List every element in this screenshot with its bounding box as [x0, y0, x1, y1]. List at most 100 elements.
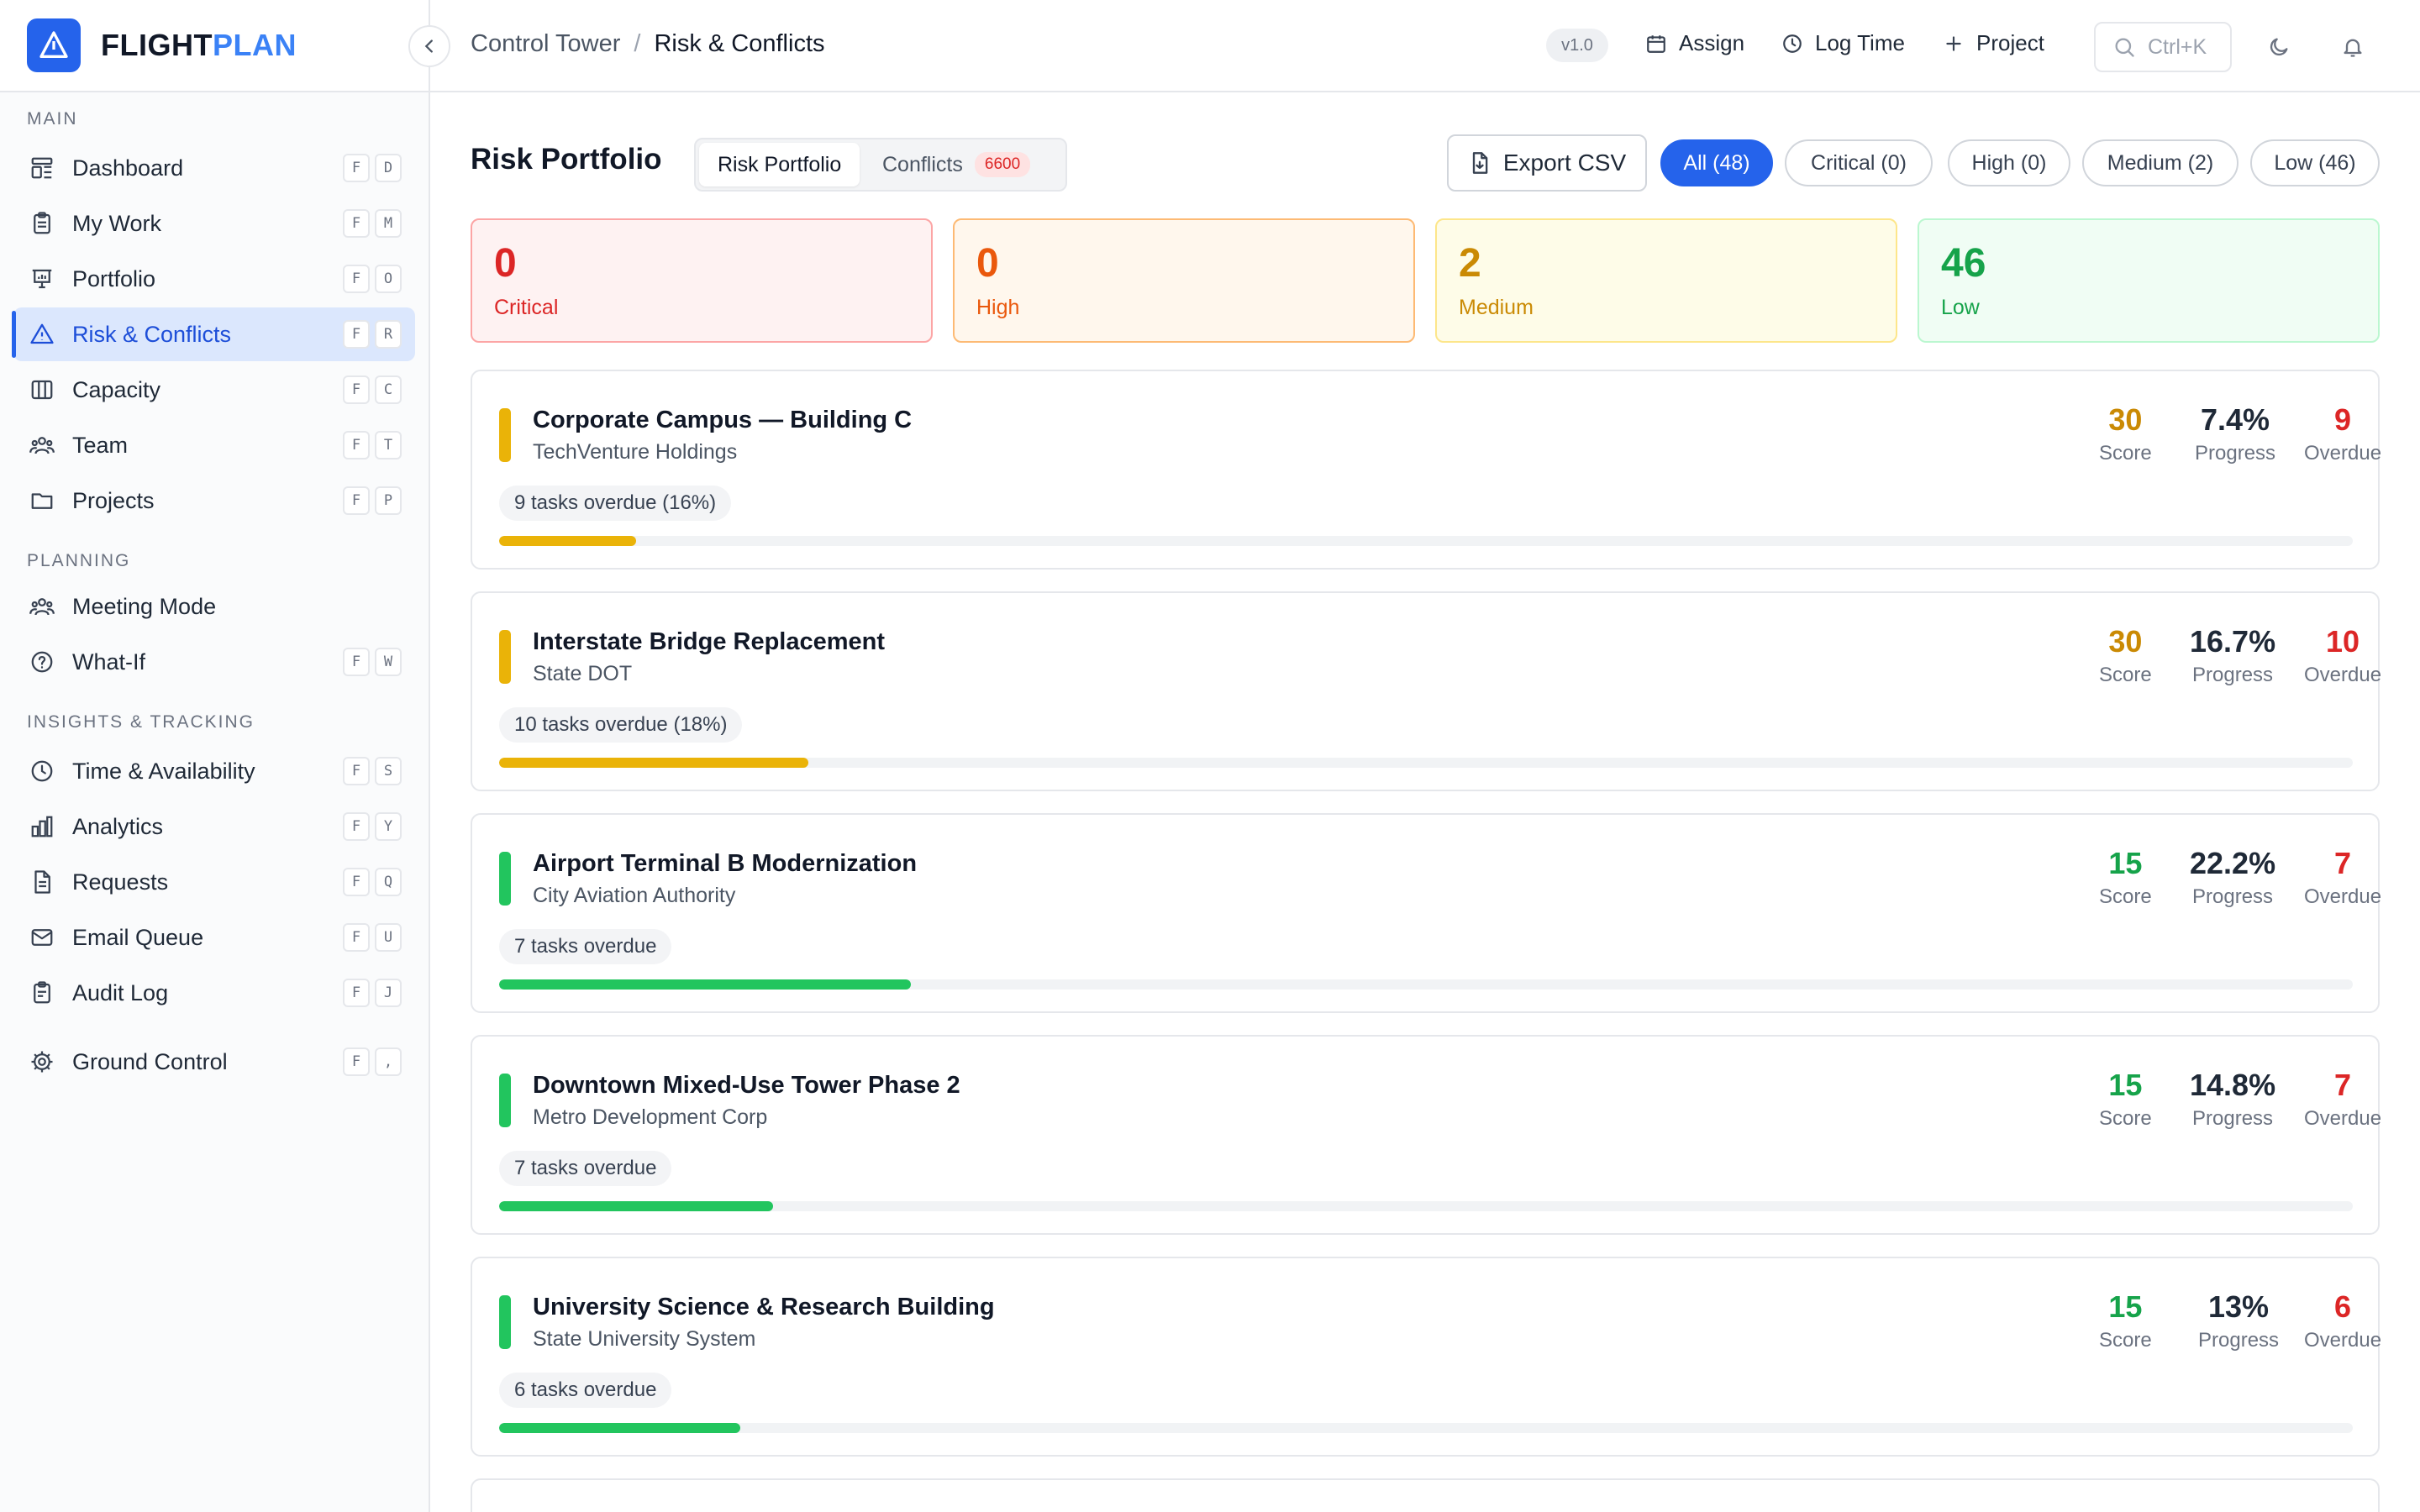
progress-track [499, 536, 2353, 546]
breadcrumb-parent-link[interactable]: Control Tower [471, 30, 620, 58]
file-download-icon [1472, 152, 1488, 174]
sidebar-item-analytics[interactable]: Analytics FY [13, 800, 415, 853]
project-card[interactable]: University Science & Research Building S… [471, 1257, 2381, 1457]
overdue-label: Overdue [2304, 441, 2382, 465]
filter-high[interactable]: High (0) [1948, 139, 2070, 186]
shortcut-keys: FD [343, 154, 402, 182]
mail-icon [27, 922, 57, 953]
gear-icon [27, 1047, 57, 1077]
filter-low[interactable]: Low (46) [2250, 139, 2380, 186]
help-circle-icon [27, 647, 57, 677]
flightplan-logo-icon[interactable] [27, 18, 81, 72]
overdue-tasks-badge: 6 tasks overdue [499, 1373, 672, 1408]
progress-label: Progress [2192, 1106, 2274, 1130]
shortcut-keys: FO [343, 265, 402, 293]
project-name: University Science & Research Building [533, 1294, 995, 1320]
score-value: 15 [2108, 846, 2143, 880]
notifications-button[interactable] [2338, 32, 2368, 62]
shortcut-keys: FY [343, 812, 402, 841]
columns-icon [27, 375, 57, 405]
sidebar-item-what-if[interactable]: What-If FW [13, 635, 415, 689]
add-project-button[interactable]: Project [1943, 30, 2044, 56]
stat-label: Medium [1459, 296, 1534, 319]
sidebar-item-requests[interactable]: Requests FQ [13, 855, 415, 909]
sidebar-item-risk-conflicts[interactable]: Risk & Conflicts FR [12, 307, 415, 361]
dark-mode-toggle[interactable] [2264, 32, 2294, 62]
project-label: Project [1976, 30, 2044, 55]
stat-value: 0 [976, 241, 999, 286]
progress-metric: 22.2% Progress [2190, 847, 2275, 909]
overdue-metric: 9 Overdue [2304, 403, 2381, 465]
warning-triangle-icon [27, 319, 57, 349]
sidebar: FLIGHTPLAN MAIN Dashboard FD My Work FM … [0, 0, 450, 1512]
filter-all[interactable]: All (48) [1660, 139, 1773, 186]
sidebar-item-team[interactable]: Team FT [13, 418, 415, 472]
tab-label: Risk Portfolio [718, 152, 842, 176]
stat-label: Low [1941, 296, 1980, 319]
log-time-button[interactable]: Log Time [1781, 30, 1905, 56]
sidebar-item-email-queue[interactable]: Email Queue FU [13, 911, 415, 964]
sidebar-item-time-availability[interactable]: Time & Availability FS [13, 744, 415, 798]
overdue-value: 7 [2334, 846, 2352, 880]
collapse-sidebar-button[interactable] [408, 25, 450, 67]
stat-label: Critical [494, 296, 559, 319]
sidebar-item-label: Email Queue [72, 924, 204, 950]
document-icon [27, 867, 57, 897]
sidebar-item-dashboard[interactable]: Dashboard FD [13, 141, 415, 195]
progress-metric: 14.8% Progress [2190, 1068, 2275, 1131]
score-label: Score [2099, 1328, 2152, 1352]
sidebar-item-portfolio[interactable]: Portfolio FO [13, 252, 415, 306]
sidebar-item-meeting-mode[interactable]: Meeting Mode [13, 580, 415, 633]
sidebar-item-label: Risk & Conflicts [72, 321, 232, 347]
progress-metric: 7.4% Progress [2195, 403, 2275, 465]
filter-medium[interactable]: Medium (2) [2082, 139, 2238, 186]
search-input[interactable]: Ctrl+K [2094, 22, 2232, 72]
shortcut-keys: F, [343, 1047, 402, 1076]
project-card-partial[interactable] [471, 1478, 2380, 1512]
overdue-metric: 10 Overdue [2304, 625, 2381, 687]
overdue-tasks-badge: 9 tasks overdue (16%) [499, 486, 732, 521]
overdue-metric: 6 Overdue [2304, 1290, 2381, 1352]
sidebar-item-ground-control[interactable]: Ground Control F, [13, 1035, 415, 1089]
section-label-planning: PLANNING [27, 551, 131, 570]
filter-critical[interactable]: Critical (0) [1785, 139, 1933, 186]
project-card[interactable]: Airport Terminal B Modernization City Av… [471, 813, 2382, 1013]
users-icon [27, 430, 57, 460]
sidebar-item-projects[interactable]: Projects FP [13, 474, 415, 528]
project-card[interactable]: Corporate Campus — Building C TechVentur… [471, 370, 2381, 570]
export-csv-button[interactable]: Export CSV [1447, 134, 1647, 192]
search-placeholder: Ctrl+K [2148, 34, 2207, 59]
progress-fill [499, 1423, 740, 1433]
brand-name: FLIGHTPLAN [101, 28, 297, 62]
tab-conflicts[interactable]: Conflicts 6600 [864, 143, 1049, 186]
sidebar-item-audit-log[interactable]: Audit Log FJ [13, 966, 415, 1020]
score-label: Score [2099, 1106, 2152, 1130]
sidebar-item-my-work[interactable]: My Work FM [13, 197, 415, 250]
users-icon [27, 591, 57, 622]
stat-label: High [976, 296, 1020, 319]
stat-card-critical: 0 Critical [471, 218, 933, 343]
section-label-main: MAIN [27, 109, 78, 129]
overdue-label: Overdue [2304, 1328, 2382, 1352]
shortcut-keys: FS [343, 757, 402, 785]
assign-button[interactable]: Assign [1645, 30, 1744, 56]
sidebar-item-capacity[interactable]: Capacity FC [13, 363, 415, 417]
overdue-value: 9 [2334, 402, 2352, 437]
overdue-label: Overdue [2304, 885, 2382, 908]
project-name: Downtown Mixed-Use Tower Phase 2 [533, 1072, 960, 1099]
bar-chart-icon [27, 811, 57, 842]
project-card[interactable]: Downtown Mixed-Use Tower Phase 2 Metro D… [471, 1035, 2381, 1235]
shortcut-keys: FJ [343, 979, 402, 1007]
risk-level-indicator [499, 408, 511, 462]
risk-level-indicator [499, 852, 511, 906]
breadcrumb-current: Risk & Conflicts [654, 30, 825, 57]
overdue-tasks-badge: 10 tasks overdue (18%) [499, 707, 743, 743]
project-client: State University System [533, 1327, 756, 1351]
progress-value: 22.2% [2190, 846, 2276, 880]
tab-risk-portfolio[interactable]: Risk Portfolio [699, 143, 860, 186]
breadcrumb: Control Tower / Risk & Conflicts [471, 30, 825, 58]
project-card[interactable]: Interstate Bridge Replacement State DOT … [471, 591, 2381, 791]
sidebar-item-label: My Work [72, 210, 161, 236]
shortcut-keys: FC [343, 375, 402, 404]
overdue-tasks-badge: 7 tasks overdue [499, 1151, 672, 1186]
